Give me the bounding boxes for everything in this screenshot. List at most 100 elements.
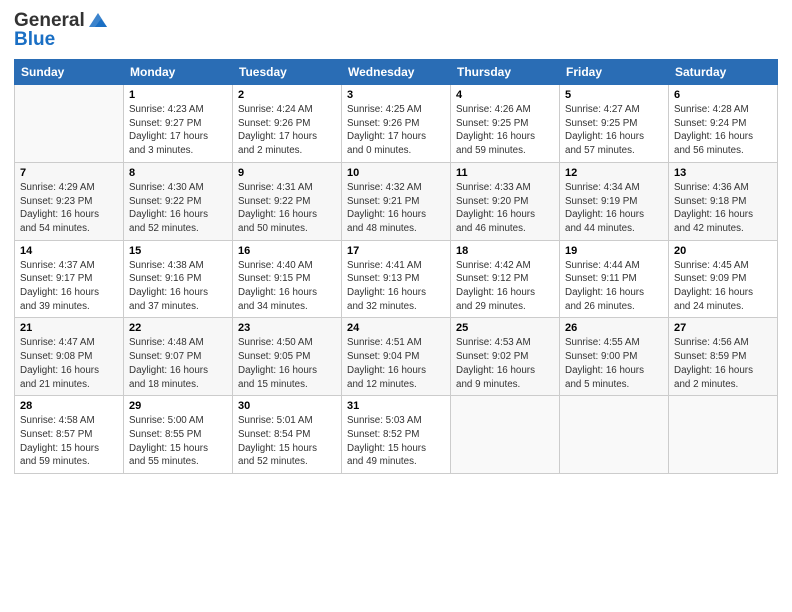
calendar-cell: 28 Sunrise: 4:58 AM Sunset: 8:57 PM Dayli… [15, 396, 124, 474]
logo-icon [87, 11, 109, 29]
day-number: 15 [129, 245, 227, 257]
logo-blue-text: Blue [14, 29, 55, 51]
calendar-cell: 5 Sunrise: 4:27 AM Sunset: 9:25 PM Daylig… [560, 85, 669, 163]
day-number: 29 [129, 400, 227, 412]
day-number: 13 [674, 167, 772, 179]
day-info: Sunrise: 4:40 AM Sunset: 9:15 PM Dayligh… [238, 259, 336, 314]
calendar-table: SundayMondayTuesdayWednesdayThursdayFrid… [14, 59, 778, 474]
day-number: 18 [456, 245, 554, 257]
day-number: 6 [674, 89, 772, 101]
weekday-header: Friday [560, 60, 669, 85]
day-info: Sunrise: 4:36 AM Sunset: 9:18 PM Dayligh… [674, 181, 772, 236]
calendar-week-row: 1 Sunrise: 4:23 AM Sunset: 9:27 PM Daylig… [15, 85, 778, 163]
day-number: 16 [238, 245, 336, 257]
weekday-header: Monday [124, 60, 233, 85]
day-number: 2 [238, 89, 336, 101]
calendar-cell: 26Sunrise: 4:55 AM Sunset: 9:00 PM Dayli… [560, 318, 669, 396]
calendar-cell: 31Sunrise: 5:03 AM Sunset: 8:52 PM Dayli… [342, 396, 451, 474]
day-number: 9 [238, 167, 336, 179]
day-info: Sunrise: 4:38 AM Sunset: 9:16 PM Dayligh… [129, 259, 227, 314]
day-number: 12 [565, 167, 663, 179]
day-info: Sunrise: 4:53 AM Sunset: 9:02 PM Dayligh… [456, 336, 554, 391]
calendar-cell: 27 Sunrise: 4:56 AM Sunset: 8:59 PM Dayli… [669, 318, 778, 396]
calendar-cell: 21Sunrise: 4:47 AM Sunset: 9:08 PM Dayli… [15, 318, 124, 396]
calendar-cell [669, 396, 778, 474]
day-number: 19 [565, 245, 663, 257]
day-number: 21 [20, 322, 118, 334]
day-info: Sunrise: 4:32 AM Sunset: 9:21 PM Dayligh… [347, 181, 445, 236]
day-number: 31 [347, 400, 445, 412]
day-number: 11 [456, 167, 554, 179]
day-info: Sunrise: 4:25 AM Sunset: 9:26 PM Dayligh… [347, 103, 445, 158]
day-number: 5 [565, 89, 663, 101]
day-info: Sunrise: 4:27 AM Sunset: 9:25 PM Dayligh… [565, 103, 663, 158]
day-number: 7 [20, 167, 118, 179]
day-info: Sunrise: 4:34 AM Sunset: 9:19 PM Dayligh… [565, 181, 663, 236]
day-info: Sunrise: 4:58 AM Sunset: 8:57 PM Dayligh… [20, 414, 118, 469]
day-number: 26 [565, 322, 663, 334]
page-container: General Blue SundayMondayTuesdayWednesda… [0, 0, 792, 612]
day-info: Sunrise: 4:45 AM Sunset: 9:09 PM Dayligh… [674, 259, 772, 314]
calendar-cell [15, 85, 124, 163]
day-number: 17 [347, 245, 445, 257]
calendar-week-row: 14 Sunrise: 4:37 AM Sunset: 9:17 PM Dayli… [15, 240, 778, 318]
calendar-cell [560, 396, 669, 474]
day-info: Sunrise: 4:37 AM Sunset: 9:17 PM Dayligh… [20, 259, 118, 314]
calendar-week-row: 28 Sunrise: 4:58 AM Sunset: 8:57 PM Dayli… [15, 396, 778, 474]
calendar-cell: 6Sunrise: 4:28 AM Sunset: 9:24 PM Daylig… [669, 85, 778, 163]
day-info: Sunrise: 4:44 AM Sunset: 9:11 PM Dayligh… [565, 259, 663, 314]
logo: General Blue [14, 10, 109, 51]
calendar-cell: 23 Sunrise: 4:50 AM Sunset: 9:05 PM Dayli… [233, 318, 342, 396]
day-info: Sunrise: 4:42 AM Sunset: 9:12 PM Dayligh… [456, 259, 554, 314]
weekday-header: Wednesday [342, 60, 451, 85]
calendar-cell: 14 Sunrise: 4:37 AM Sunset: 9:17 PM Dayli… [15, 240, 124, 318]
calendar-cell: 17 Sunrise: 4:41 AM Sunset: 9:13 PM Dayli… [342, 240, 451, 318]
calendar-cell: 7Sunrise: 4:29 AM Sunset: 9:23 PM Daylig… [15, 162, 124, 240]
calendar-header-row: SundayMondayTuesdayWednesdayThursdayFrid… [15, 60, 778, 85]
day-info: Sunrise: 4:41 AM Sunset: 9:13 PM Dayligh… [347, 259, 445, 314]
day-number: 1 [129, 89, 227, 101]
day-info: Sunrise: 4:48 AM Sunset: 9:07 PM Dayligh… [129, 336, 227, 391]
calendar-cell: 19 Sunrise: 4:44 AM Sunset: 9:11 PM Dayli… [560, 240, 669, 318]
day-number: 4 [456, 89, 554, 101]
calendar-week-row: 7Sunrise: 4:29 AM Sunset: 9:23 PM Daylig… [15, 162, 778, 240]
calendar-week-row: 21Sunrise: 4:47 AM Sunset: 9:08 PM Dayli… [15, 318, 778, 396]
day-info: Sunrise: 4:33 AM Sunset: 9:20 PM Dayligh… [456, 181, 554, 236]
calendar-cell: 4 Sunrise: 4:26 AM Sunset: 9:25 PM Daylig… [451, 85, 560, 163]
calendar-cell: 18 Sunrise: 4:42 AM Sunset: 9:12 PM Dayli… [451, 240, 560, 318]
day-info: Sunrise: 4:26 AM Sunset: 9:25 PM Dayligh… [456, 103, 554, 158]
day-info: Sunrise: 5:00 AM Sunset: 8:55 PM Dayligh… [129, 414, 227, 469]
calendar-cell: 22 Sunrise: 4:48 AM Sunset: 9:07 PM Dayli… [124, 318, 233, 396]
day-number: 23 [238, 322, 336, 334]
calendar-cell [451, 396, 560, 474]
weekday-header: Tuesday [233, 60, 342, 85]
day-number: 8 [129, 167, 227, 179]
calendar-cell: 29 Sunrise: 5:00 AM Sunset: 8:55 PM Dayli… [124, 396, 233, 474]
calendar-cell: 30 Sunrise: 5:01 AM Sunset: 8:54 PM Dayli… [233, 396, 342, 474]
day-info: Sunrise: 4:56 AM Sunset: 8:59 PM Dayligh… [674, 336, 772, 391]
day-number: 20 [674, 245, 772, 257]
calendar-cell: 15 Sunrise: 4:38 AM Sunset: 9:16 PM Dayli… [124, 240, 233, 318]
day-info: Sunrise: 4:30 AM Sunset: 9:22 PM Dayligh… [129, 181, 227, 236]
calendar-cell: 12 Sunrise: 4:34 AM Sunset: 9:19 PM Dayli… [560, 162, 669, 240]
day-info: Sunrise: 5:01 AM Sunset: 8:54 PM Dayligh… [238, 414, 336, 469]
day-info: Sunrise: 4:50 AM Sunset: 9:05 PM Dayligh… [238, 336, 336, 391]
day-info: Sunrise: 4:23 AM Sunset: 9:27 PM Dayligh… [129, 103, 227, 158]
day-number: 28 [20, 400, 118, 412]
calendar-cell: 16 Sunrise: 4:40 AM Sunset: 9:15 PM Dayli… [233, 240, 342, 318]
calendar-cell: 10 Sunrise: 4:32 AM Sunset: 9:21 PM Dayli… [342, 162, 451, 240]
day-number: 27 [674, 322, 772, 334]
weekday-header: Sunday [15, 60, 124, 85]
day-info: Sunrise: 4:24 AM Sunset: 9:26 PM Dayligh… [238, 103, 336, 158]
header: General Blue [14, 10, 778, 51]
day-number: 3 [347, 89, 445, 101]
weekday-header: Saturday [669, 60, 778, 85]
day-number: 22 [129, 322, 227, 334]
calendar-cell: 13 Sunrise: 4:36 AM Sunset: 9:18 PM Dayli… [669, 162, 778, 240]
day-number: 30 [238, 400, 336, 412]
weekday-header: Thursday [451, 60, 560, 85]
day-number: 14 [20, 245, 118, 257]
calendar-cell: 25Sunrise: 4:53 AM Sunset: 9:02 PM Dayli… [451, 318, 560, 396]
calendar-cell: 3 Sunrise: 4:25 AM Sunset: 9:26 PM Daylig… [342, 85, 451, 163]
day-number: 10 [347, 167, 445, 179]
